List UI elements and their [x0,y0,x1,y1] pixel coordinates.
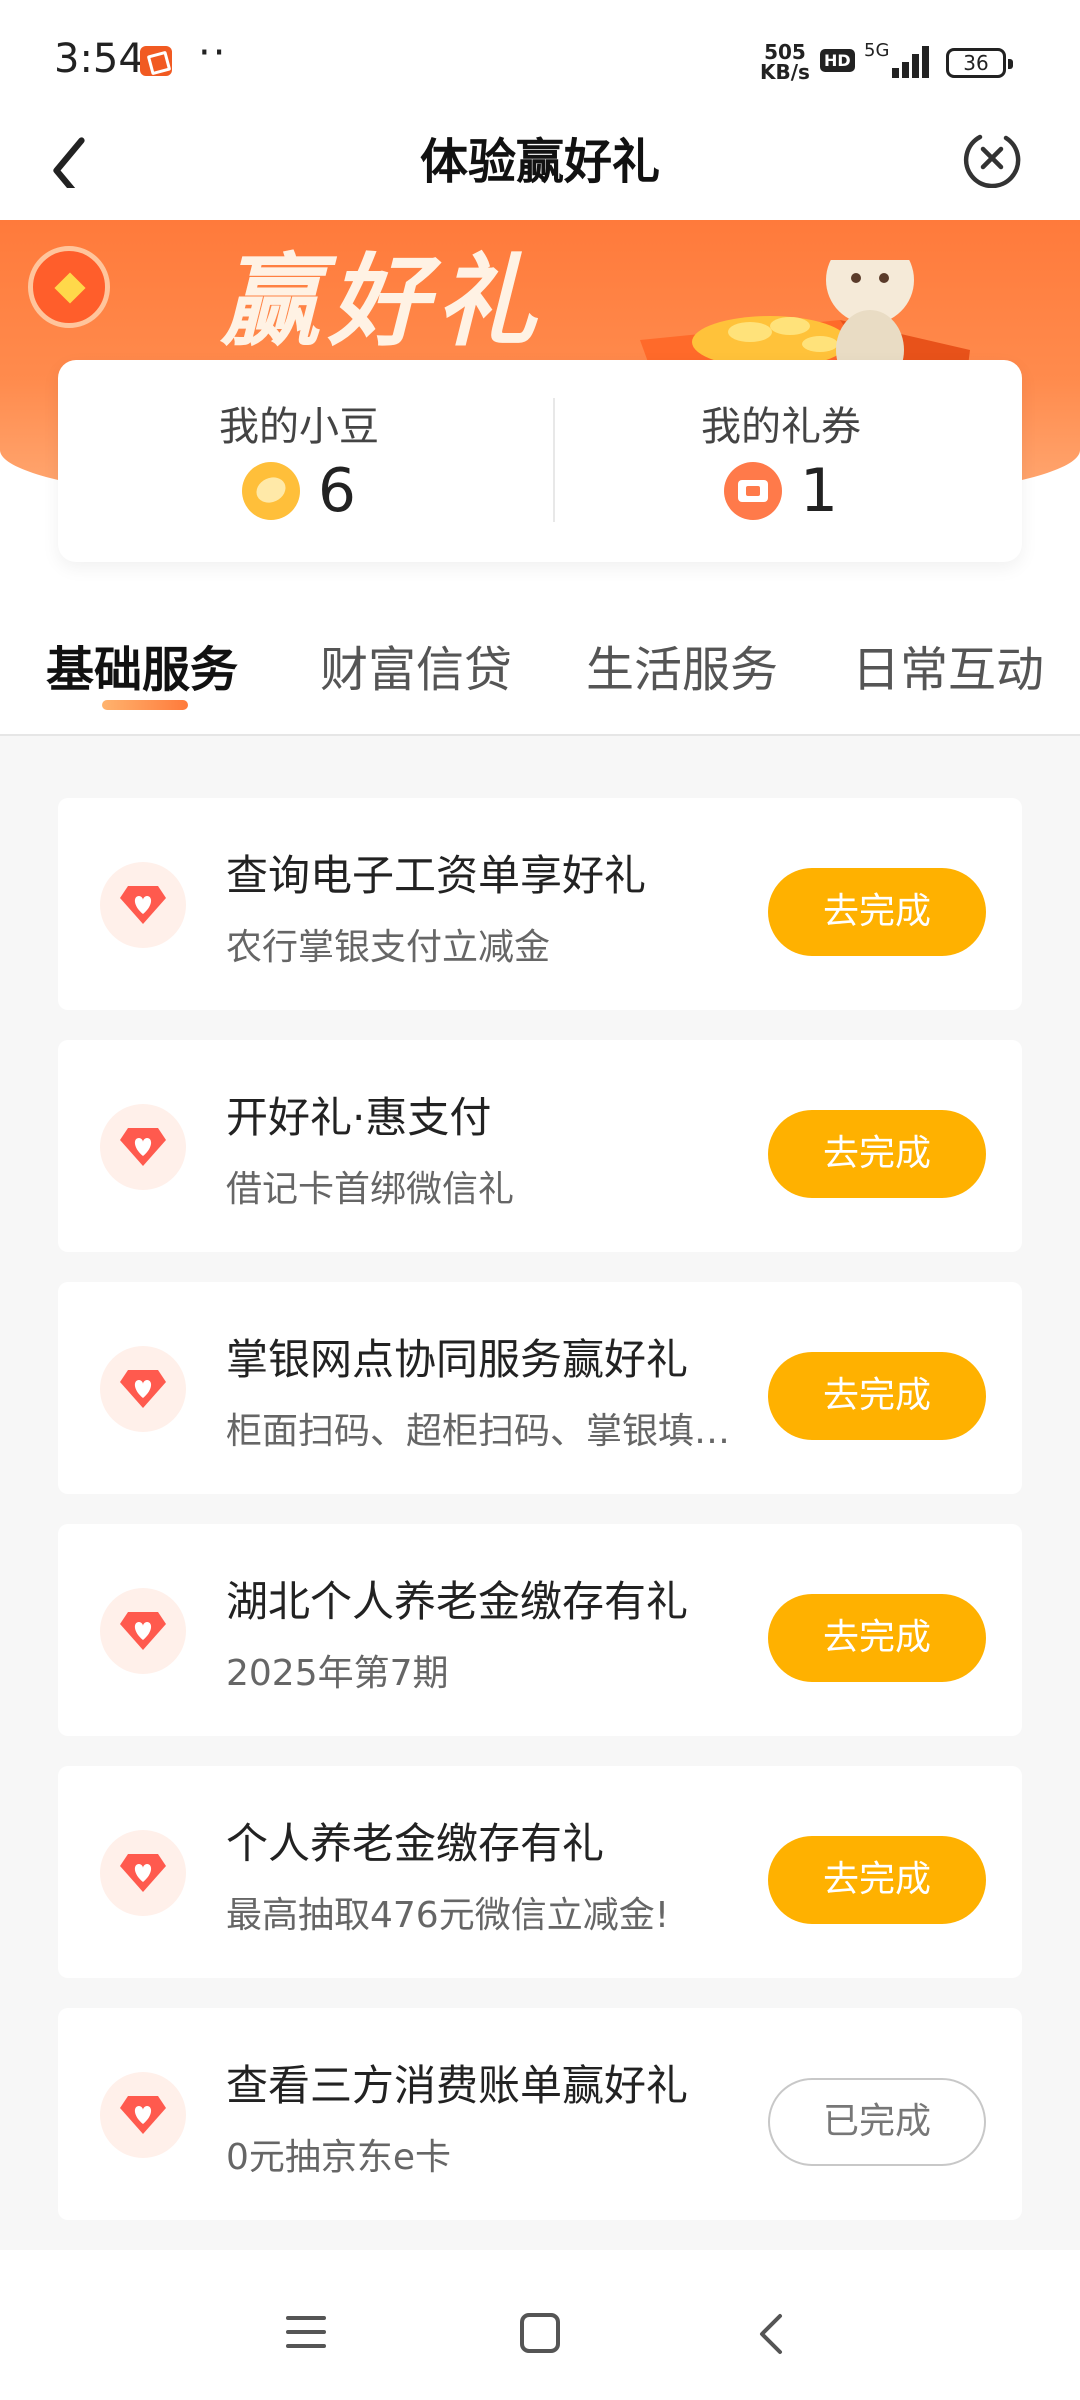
coupons-value-row: 1 [540,456,1022,526]
task-card: 查询电子工资单享好礼 农行掌银支付立减金 去完成 [58,798,1022,1010]
task-subtitle: 2025年第7期 [226,1653,449,1694]
tab-basic-services[interactable]: 基础服务 [46,630,238,700]
signal-icon [884,44,934,78]
diamond-heart-icon [100,862,186,948]
status-time: 3:54 [54,36,144,82]
task-subtitle: 柜面扫码、超柜扫码、掌银填… [226,1411,731,1452]
page-title: 体验赢好礼 [419,134,660,190]
status-dots: ·· [198,30,228,76]
go-complete-button[interactable]: 去完成 [768,1352,986,1440]
task-card: 掌银网点协同服务赢好礼 柜面扫码、超柜扫码、掌银填… 去完成 [58,1282,1022,1494]
diamond-heart-icon [100,1104,186,1190]
home-icon[interactable] [518,2312,562,2356]
close-icon[interactable] [962,128,1022,188]
active-tab-indicator [102,700,188,710]
network-speed-unit: KB/s [760,60,810,84]
task-card: 查看三方消费账单赢好礼 0元抽京东e卡 已完成 [58,2008,1022,2220]
network-speed: 505 KB/s [760,42,810,82]
diamond-heart-icon [100,1588,186,1674]
task-subtitle: 农行掌银支付立减金 [226,927,551,968]
back-nav-icon[interactable] [756,2312,786,2356]
category-tabs: 基础服务 财富信贷 生活服务 日常互动 [0,600,1080,735]
hd-icon: HD [820,49,855,72]
go-complete-button[interactable]: 去完成 [768,1594,986,1682]
task-title: 湖北个人养老金缴存有礼 [226,1577,689,1626]
beans-value-row: 6 [58,456,540,526]
task-card: 开好礼·惠支付 借记卡首绑微信礼 去完成 [58,1040,1022,1252]
task-title: 个人养老金缴存有礼 [226,1819,605,1868]
task-card: 个人养老金缴存有礼 最高抽取476元微信立减金! 去完成 [58,1766,1022,1978]
go-complete-button[interactable]: 去完成 [768,868,986,956]
task-subtitle: 借记卡首绑微信礼 [226,1169,515,1210]
task-title: 查询电子工资单享好礼 [226,851,647,900]
task-subtitle: 最高抽取476元微信立减金! [226,1895,670,1936]
banner-title: 赢好礼 [220,243,544,360]
ticket-icon [723,462,782,520]
beans-summary[interactable]: 我的小豆 6 [58,360,540,562]
go-complete-button[interactable]: 去完成 [768,1836,986,1924]
battery-icon: 36 [946,48,1013,78]
coupons-summary[interactable]: 我的礼券 1 [540,360,1022,562]
diamond-heart-icon [100,1830,186,1916]
red-envelope-icon [28,246,110,328]
task-title: 查看三方消费账单赢好礼 [226,2061,689,2110]
go-complete-button[interactable]: 去完成 [768,1110,986,1198]
tab-life-services[interactable]: 生活服务 [586,630,778,700]
coin-icon [241,462,300,520]
task-list: 查询电子工资单享好礼 农行掌银支付立减金 去完成 开好礼·惠支付 借记卡首绑微信… [0,736,1080,2250]
status-bar: 3:54 ·· 505 KB/s HD 5G 36 [0,0,1080,120]
task-card: 湖北个人养老金缴存有礼 2025年第7期 去完成 [58,1524,1022,1736]
tab-daily-interaction[interactable]: 日常互动 [852,630,1044,700]
task-title: 开好礼·惠支付 [226,1093,492,1142]
coupons-label: 我的礼券 [701,404,861,450]
task-title: 掌银网点协同服务赢好礼 [226,1335,689,1384]
menu-icon[interactable] [284,2312,328,2352]
beans-value: 6 [317,456,357,526]
app-notification-icon [140,46,172,76]
task-subtitle: 0元抽京东e卡 [226,2137,452,2178]
diamond-heart-icon [100,2072,186,2158]
beans-label: 我的小豆 [219,404,379,450]
tab-wealth-credit[interactable]: 财富信贷 [320,630,512,700]
coupons-value: 1 [799,456,839,526]
completed-button[interactable]: 已完成 [768,2078,986,2166]
diamond-heart-icon [100,1346,186,1432]
summary-card: 我的小豆 6 我的礼券 1 [58,360,1022,562]
